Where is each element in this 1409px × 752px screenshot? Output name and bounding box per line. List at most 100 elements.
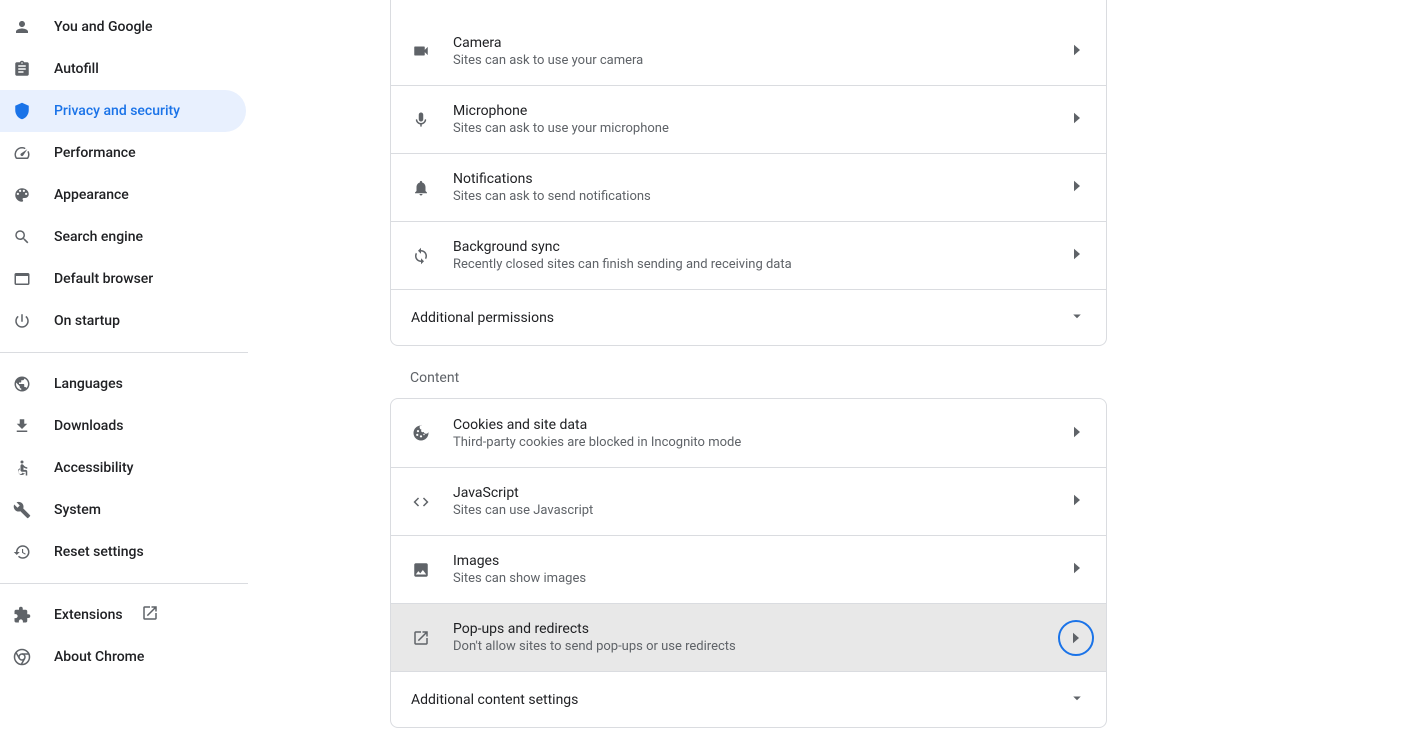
settings-row-microphone[interactable]: Microphone Sites can ask to use your micr… bbox=[391, 85, 1106, 153]
sidebar-item-default-browser[interactable]: Default browser bbox=[0, 258, 246, 300]
sidebar-item-label: Reset settings bbox=[54, 544, 144, 560]
additional-permissions-label: Additional permissions bbox=[411, 310, 554, 326]
sidebar-item-label: Languages bbox=[54, 376, 123, 392]
sidebar-item-appearance[interactable]: Appearance bbox=[0, 174, 246, 216]
sidebar-item-label: Appearance bbox=[54, 187, 129, 203]
row-text: Notifications Sites can ask to send notif… bbox=[453, 171, 1068, 204]
globe-icon bbox=[12, 374, 32, 394]
arrow-right-icon bbox=[1058, 620, 1094, 656]
arrow-right-icon bbox=[1068, 109, 1086, 130]
arrow-right-icon bbox=[1068, 41, 1086, 62]
partial-row-above[interactable] bbox=[391, 0, 1106, 17]
cookie-icon bbox=[411, 423, 431, 443]
sidebar-item-label: System bbox=[54, 502, 101, 518]
sidebar-item-label: Extensions bbox=[54, 607, 123, 623]
sidebar-item-label: Privacy and security bbox=[54, 103, 180, 119]
settings-row-camera[interactable]: Camera Sites can ask to use your camera bbox=[391, 17, 1106, 85]
row-title: Notifications bbox=[453, 171, 1068, 187]
row-subtitle: Sites can ask to send notifications bbox=[453, 189, 1068, 204]
chevron-down-icon bbox=[1068, 689, 1086, 711]
code-icon bbox=[411, 492, 431, 512]
row-text: Camera Sites can ask to use your camera bbox=[453, 35, 1068, 68]
sidebar-item-label: Accessibility bbox=[54, 460, 133, 476]
settings-row-javascript[interactable]: JavaScript Sites can use Javascript bbox=[391, 467, 1106, 535]
row-title: Background sync bbox=[453, 239, 1068, 255]
row-text: Microphone Sites can ask to use your micr… bbox=[453, 103, 1068, 136]
image-icon bbox=[411, 560, 431, 580]
settings-row-notifications[interactable]: Notifications Sites can ask to send notif… bbox=[391, 153, 1106, 221]
sidebar-item-label: Performance bbox=[54, 145, 136, 161]
arrow-right-icon bbox=[1068, 559, 1086, 580]
permissions-card: Camera Sites can ask to use your camera Mi… bbox=[390, 0, 1107, 346]
settings-main-content: Camera Sites can ask to use your camera Mi… bbox=[390, 0, 1107, 752]
popup-icon bbox=[411, 628, 431, 648]
accessibility-icon bbox=[12, 458, 32, 478]
external-link-icon bbox=[141, 604, 159, 626]
sidebar-item-you-and-google[interactable]: You and Google bbox=[0, 6, 246, 48]
settings-row-cookies[interactable]: Cookies and site data Third-party cookies… bbox=[391, 399, 1106, 467]
sidebar-divider bbox=[0, 583, 248, 584]
chevron-down-icon bbox=[1068, 307, 1086, 329]
row-subtitle: Sites can ask to use your camera bbox=[453, 53, 1068, 68]
row-subtitle: Recently closed sites can finish sending… bbox=[453, 257, 1068, 272]
download-icon bbox=[12, 416, 32, 436]
row-text: JavaScript Sites can use Javascript bbox=[453, 485, 1068, 518]
arrow-right-icon bbox=[1068, 423, 1086, 444]
sidebar-item-accessibility[interactable]: Accessibility bbox=[0, 447, 246, 489]
sidebar-item-autofill[interactable]: Autofill bbox=[0, 48, 246, 90]
settings-row-background-sync[interactable]: Background sync Recently closed sites can… bbox=[391, 221, 1106, 289]
sidebar-item-label: Search engine bbox=[54, 229, 143, 245]
row-title: Microphone bbox=[453, 103, 1068, 119]
arrow-right-icon bbox=[1068, 491, 1086, 512]
clipboard-icon bbox=[12, 59, 32, 79]
sync-icon bbox=[411, 246, 431, 266]
arrow-right-icon bbox=[1068, 245, 1086, 266]
sidebar-item-system[interactable]: System bbox=[0, 489, 246, 531]
palette-icon bbox=[12, 185, 32, 205]
row-text: Pop-ups and redirectsDon't allow sites t… bbox=[453, 621, 1058, 654]
additional-permissions-row[interactable]: Additional permissions bbox=[391, 289, 1106, 345]
row-title: Images bbox=[453, 553, 1068, 569]
sidebar-item-downloads[interactable]: Downloads bbox=[0, 405, 246, 447]
search-icon bbox=[12, 227, 32, 247]
row-title: Camera bbox=[453, 35, 1068, 51]
additional-content-label: Additional content settings bbox=[411, 692, 578, 708]
sidebar-item-privacy-security[interactable]: Privacy and security bbox=[0, 90, 246, 132]
sidebar-item-reset-settings[interactable]: Reset settings bbox=[0, 531, 246, 573]
sidebar-item-label: You and Google bbox=[54, 19, 152, 35]
settings-row-popups[interactable]: Pop-ups and redirectsDon't allow sites t… bbox=[391, 603, 1106, 671]
power-icon bbox=[12, 311, 32, 331]
sidebar-item-extensions[interactable]: Extensions bbox=[0, 594, 246, 636]
settings-sidebar: You and Google Autofill Privacy and securi… bbox=[0, 0, 248, 742]
speedometer-icon bbox=[12, 143, 32, 163]
sidebar-item-about-chrome[interactable]: About Chrome bbox=[0, 636, 246, 678]
row-subtitle: Sites can show images bbox=[453, 571, 1068, 586]
row-text: Images Sites can show images bbox=[453, 553, 1068, 586]
content-section-header: Content bbox=[390, 370, 1107, 386]
additional-content-settings-row[interactable]: Additional content settings bbox=[391, 671, 1106, 727]
sidebar-item-label: About Chrome bbox=[54, 649, 144, 665]
bell-icon bbox=[411, 178, 431, 198]
sidebar-item-label: On startup bbox=[54, 313, 120, 329]
sidebar-divider bbox=[0, 352, 248, 353]
restore-icon bbox=[12, 542, 32, 562]
sidebar-item-languages[interactable]: Languages bbox=[0, 363, 246, 405]
sidebar-item-label: Downloads bbox=[54, 418, 123, 434]
browser-icon bbox=[12, 269, 32, 289]
puzzle-icon bbox=[12, 605, 32, 625]
person-icon bbox=[12, 17, 32, 37]
sidebar-item-performance[interactable]: Performance bbox=[0, 132, 246, 174]
row-subtitle: Sites can ask to use your microphone bbox=[453, 121, 1068, 136]
sidebar-item-search-engine[interactable]: Search engine bbox=[0, 216, 246, 258]
row-title: JavaScript bbox=[453, 485, 1068, 501]
row-text: Background sync Recently closed sites can… bbox=[453, 239, 1068, 272]
chrome-icon bbox=[12, 647, 32, 667]
row-subtitle: Third-party cookies are blocked in Incog… bbox=[453, 435, 1068, 450]
row-subtitle: Sites can use Javascript bbox=[453, 503, 1068, 518]
settings-row-images[interactable]: Images Sites can show images bbox=[391, 535, 1106, 603]
arrow-right-icon bbox=[1068, 177, 1086, 198]
sidebar-item-on-startup[interactable]: On startup bbox=[0, 300, 246, 342]
sidebar-item-label: Autofill bbox=[54, 61, 99, 77]
row-title: Cookies and site data bbox=[453, 417, 1068, 433]
sidebar-item-label: Default browser bbox=[54, 271, 153, 287]
